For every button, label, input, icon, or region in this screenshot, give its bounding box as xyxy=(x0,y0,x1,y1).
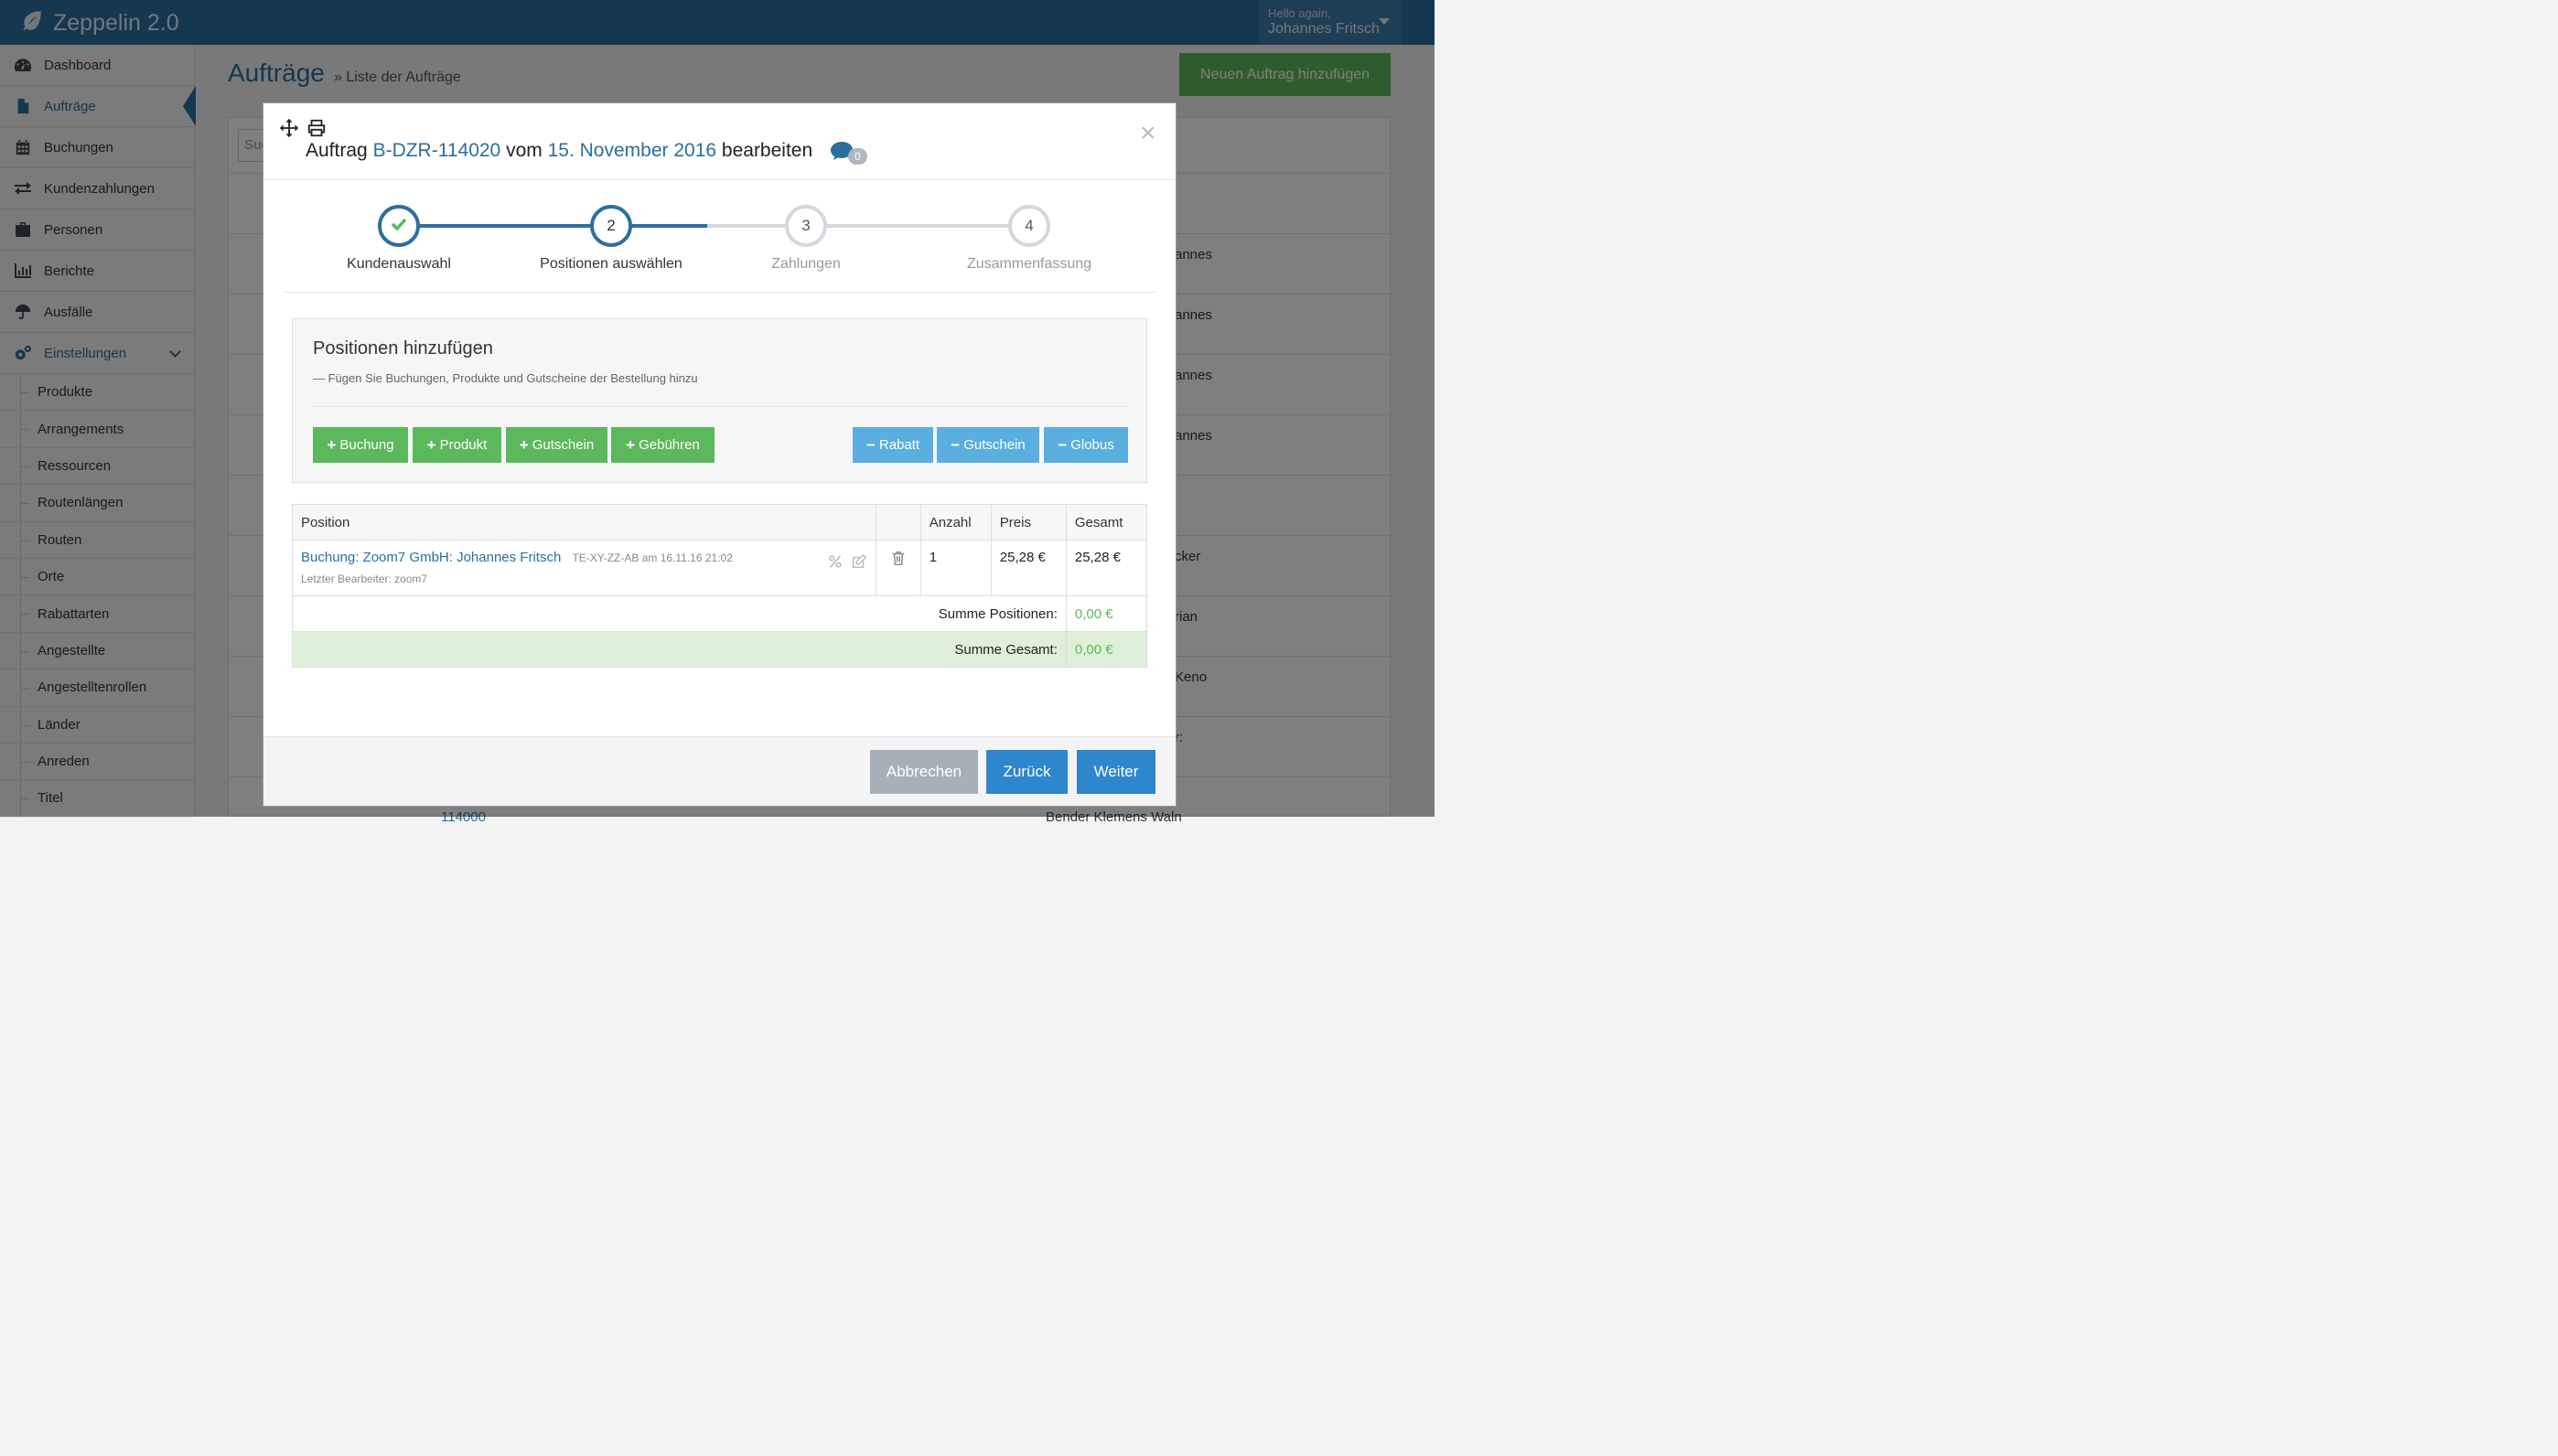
minus-icon: − xyxy=(865,435,876,454)
edit-order-modal: Auftrag B-DZR-114020 vom 15. November 20… xyxy=(263,102,1177,807)
check-icon xyxy=(390,215,408,238)
next-button[interactable]: Weiter xyxy=(1077,750,1155,794)
minus-icon: − xyxy=(1058,435,1068,454)
total-cell: 25,28 € xyxy=(1065,540,1148,596)
positions-table: Position Anzahl Preis Gesamt Buchung: Zo… xyxy=(292,504,1148,668)
quantity-cell: 1 xyxy=(919,540,992,596)
order-date-link[interactable]: 15. November 2016 xyxy=(548,140,716,161)
add-voucher-button[interactable]: + Gutschein xyxy=(506,427,607,463)
wizard-steps: 2 3 4 Kundenauswahl Positionen auswählen… xyxy=(284,190,1155,293)
print-icon[interactable] xyxy=(306,118,327,143)
position-editor: Letzter Bearbeiter: zoom7 xyxy=(301,573,428,585)
comments-button[interactable]: 0 xyxy=(830,141,867,166)
trash-icon[interactable] xyxy=(890,551,907,570)
minus-icon: − xyxy=(951,435,961,454)
step-label: Positionen auswählen xyxy=(540,256,682,272)
percent-icon[interactable] xyxy=(827,553,844,573)
col-header-price: Preis xyxy=(990,504,1067,541)
divider xyxy=(313,406,1126,407)
position-link[interactable]: Buchung: Zoom7 GmbH: Johannes Fritsch xyxy=(301,550,561,565)
cancel-button[interactable]: Abbrechen xyxy=(870,750,978,794)
comment-count-badge: 0 xyxy=(848,147,867,165)
modal-footer: Abbrechen Zurück Weiter xyxy=(263,736,1176,806)
position-meta: TE-XY-ZZ-AB am 16.11.16 21:02 xyxy=(572,551,733,564)
table-header-row: Position Anzahl Preis Gesamt xyxy=(292,504,1148,541)
step-zahlungen[interactable]: 3 xyxy=(785,205,827,247)
sum-positions-value: 0,00 € xyxy=(1065,595,1148,632)
step-label: Kundenauswahl xyxy=(347,256,451,272)
order-id-link[interactable]: B-DZR-114020 xyxy=(373,140,501,161)
step-label: Zusammenfassung xyxy=(966,256,1092,272)
plus-icon: + xyxy=(327,435,337,454)
price-cell: 25,28 € xyxy=(990,540,1067,596)
col-header-actions xyxy=(875,504,921,541)
plus-icon: + xyxy=(519,435,529,454)
col-header-position: Position xyxy=(292,504,876,541)
add-fee-button[interactable]: + Gebühren xyxy=(611,427,715,463)
edit-icon[interactable] xyxy=(851,553,867,573)
step-label: Zahlungen xyxy=(771,256,841,272)
add-positions-panel: Positionen hinzufügen — Fügen Sie Buchun… xyxy=(292,318,1147,483)
move-icon[interactable] xyxy=(279,118,299,143)
col-header-quantity: Anzahl xyxy=(919,504,992,541)
sum-total-label: Summe Gesamt: xyxy=(292,631,1067,668)
table-row: Buchung: Zoom7 GmbH: Johannes Fritsch TE… xyxy=(292,540,1148,596)
add-booking-button[interactable]: + Buchung xyxy=(313,427,408,463)
col-header-total: Gesamt xyxy=(1065,504,1148,541)
sum-total-value: 0,00 € xyxy=(1065,631,1148,668)
progress-line xyxy=(707,224,1030,228)
close-icon[interactable]: × xyxy=(1140,120,1156,147)
panel-title: Positionen hinzufügen xyxy=(313,338,493,359)
plus-icon: + xyxy=(426,435,436,454)
panel-subtitle: — Fügen Sie Buchungen, Produkte und Guts… xyxy=(313,371,698,385)
modal-title: Auftrag B-DZR-114020 vom 15. November 20… xyxy=(306,140,813,161)
sum-positions-row: Summe Positionen: 0,00 € xyxy=(292,595,1148,632)
discount-button[interactable]: − Rabatt xyxy=(853,427,933,463)
subtract-voucher-button[interactable]: − Gutschein xyxy=(937,427,1039,463)
globus-button[interactable]: − Globus xyxy=(1044,427,1128,463)
back-button[interactable]: Zurück xyxy=(986,750,1068,794)
sum-positions-label: Summe Positionen: xyxy=(292,595,1067,632)
progress-line xyxy=(419,224,707,228)
modal-header: Auftrag B-DZR-114020 vom 15. November 20… xyxy=(263,103,1176,180)
step-kundenauswahl[interactable] xyxy=(378,205,420,247)
step-zusammenfassung[interactable]: 4 xyxy=(1008,205,1050,247)
add-product-button[interactable]: + Produkt xyxy=(413,427,501,463)
plus-icon: + xyxy=(626,435,636,454)
step-positionen[interactable]: 2 xyxy=(590,205,632,247)
sum-total-row: Summe Gesamt: 0,00 € xyxy=(292,631,1148,668)
